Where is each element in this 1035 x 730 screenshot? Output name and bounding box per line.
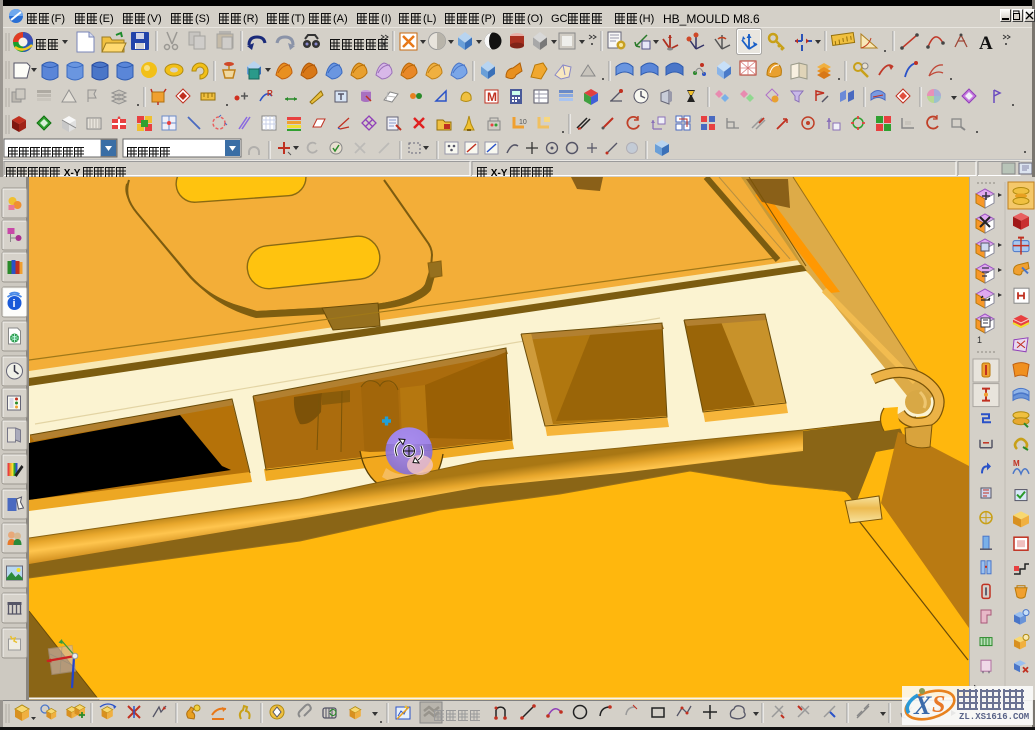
svg-text:R: R [267, 89, 273, 98]
svg-text:i: i [13, 298, 16, 310]
svg-text:M: M [1013, 459, 1020, 468]
svg-text:X: X [913, 691, 932, 720]
svg-text:M: M [487, 90, 497, 104]
svg-text:1: 1 [977, 335, 982, 345]
svg-text:A: A [979, 33, 993, 54]
svg-text:10: 10 [519, 119, 527, 126]
svg-text:S: S [932, 692, 945, 718]
